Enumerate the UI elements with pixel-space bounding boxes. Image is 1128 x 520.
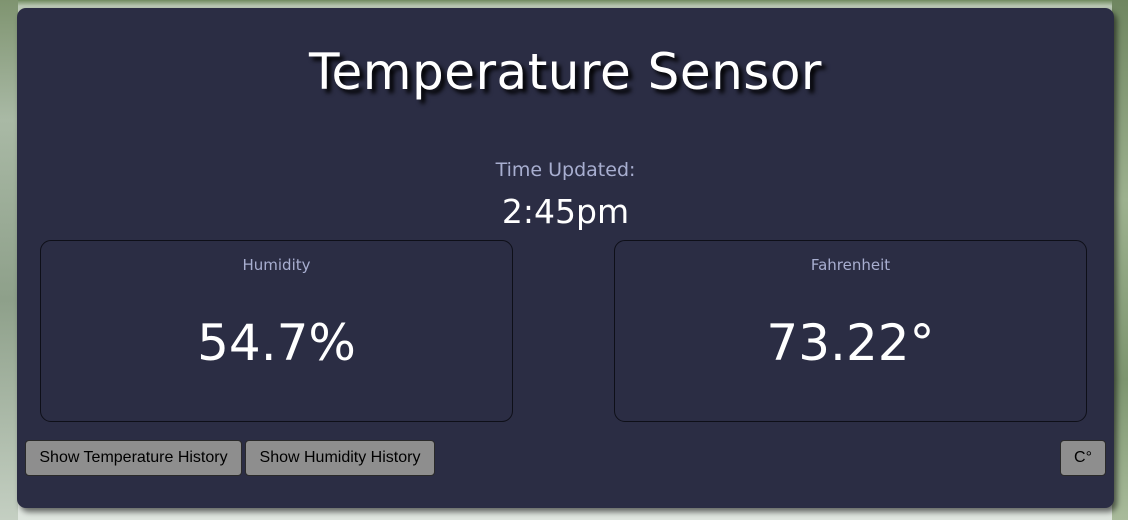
temperature-value: 73.22° <box>766 314 935 372</box>
humidity-value: 54.7% <box>197 314 356 372</box>
show-humidity-history-button[interactable]: Show Humidity History <box>245 440 435 476</box>
background-left-edge <box>0 0 18 520</box>
unit-toggle-button[interactable]: C° <box>1060 440 1106 476</box>
time-updated-value: 2:45pm <box>501 192 630 231</box>
time-updated-label: Time Updated: <box>495 159 636 181</box>
temperature-unit-label: Fahrenheit <box>810 256 891 274</box>
background-right-edge <box>1112 0 1128 520</box>
humidity-panel: Humidity 54.7% <box>40 240 513 422</box>
show-temperature-history-button[interactable]: Show Temperature History <box>25 440 242 476</box>
sensor-card: Temperature Sensor Time Updated: 2:45pm … <box>17 8 1114 508</box>
page-title: Temperature Sensor <box>308 43 822 101</box>
humidity-label: Humidity <box>242 256 311 274</box>
temperature-panel: Fahrenheit 73.22° <box>614 240 1087 422</box>
